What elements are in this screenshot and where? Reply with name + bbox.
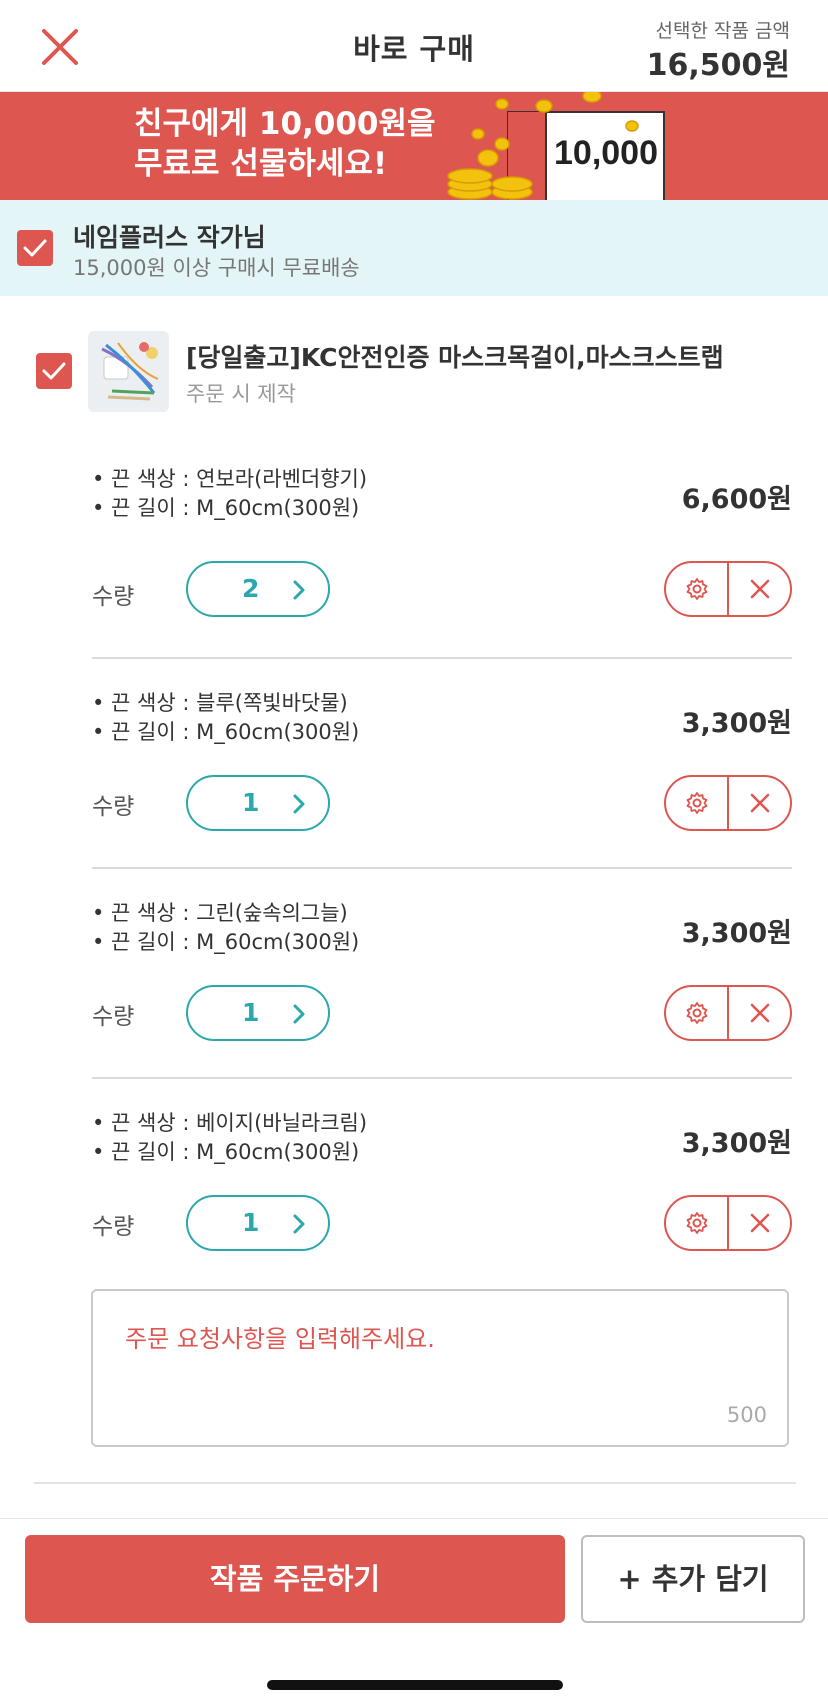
add-to-cart-button[interactable]: + 추가 담기	[581, 1535, 805, 1623]
chevron-right-icon	[293, 580, 305, 600]
close-icon	[750, 793, 770, 813]
option-item: • 끈 색상 : 베이지(바닐라크림) • 끈 길이 : M_60cm(300원…	[0, 1109, 828, 1319]
quantity-label: 수량	[92, 1214, 135, 1240]
option-length: • 끈 길이 : M_60cm(300원)	[92, 1140, 360, 1164]
option-color: • 끈 색상 : 그린(숲속의그늘)	[92, 901, 348, 925]
gift-card-value: 10,000	[554, 134, 658, 172]
mask-strap-image	[101, 342, 159, 401]
option-settings-button[interactable]	[666, 987, 729, 1039]
chevron-right-icon	[293, 1214, 305, 1234]
home-indicator	[267, 1680, 563, 1690]
product-subtitle: 주문 시 제작	[186, 382, 296, 406]
order-button[interactable]: 작품 주문하기	[25, 1535, 565, 1623]
quantity-value: 2	[242, 574, 260, 603]
divider	[92, 657, 792, 659]
option-details: • 끈 색상 : 블루(쪽빛바닷물) • 끈 길이 : M_60cm(300원)	[92, 689, 359, 747]
gear-icon	[686, 1002, 708, 1024]
quantity-stepper[interactable]: 1	[186, 985, 330, 1041]
banner-text: 친구에게 10,000원을 무료로 선물하세요!	[134, 104, 436, 184]
quantity-stepper[interactable]: 1	[186, 775, 330, 831]
option-length: • 끈 길이 : M_60cm(300원)	[92, 496, 360, 520]
order-request-placeholder: 주문 요청사항을 입력해주세요.	[125, 1325, 435, 1353]
gear-icon	[686, 792, 708, 814]
option-item: • 끈 색상 : 연보라(라벤더향기) • 끈 길이 : M_60cm(300원…	[0, 465, 828, 675]
gift-card-illustration: 10,000	[447, 92, 665, 200]
character-limit: 500	[726, 1403, 767, 1427]
quantity-value: 1	[242, 1208, 260, 1237]
quantity-stepper[interactable]: 2	[186, 561, 330, 617]
close-icon	[750, 1003, 770, 1023]
option-actions	[664, 985, 792, 1041]
product-checkbox[interactable]	[36, 353, 72, 389]
option-delete-button[interactable]	[729, 777, 790, 829]
divider	[92, 867, 792, 869]
option-length: • 끈 길이 : M_60cm(300원)	[92, 930, 360, 954]
header: 바로 구매 선택한 작품 금액 16,500원	[0, 0, 828, 92]
option-actions	[664, 775, 792, 831]
option-actions	[664, 1195, 792, 1251]
seller-row: 네임플러스 작가님 15,000원 이상 구매시 무료배송	[0, 200, 828, 296]
option-actions	[664, 561, 792, 617]
option-price: 3,300원	[681, 918, 792, 949]
quantity-label: 수량	[92, 584, 135, 610]
quantity-label: 수량	[92, 1004, 135, 1030]
selected-price-caption: 선택한 작품 금액	[655, 20, 790, 42]
option-details: • 끈 색상 : 연보라(라벤더향기) • 끈 길이 : M_60cm(300원…	[92, 465, 367, 523]
seller-checkbox[interactable]	[17, 230, 53, 266]
option-length: • 끈 길이 : M_60cm(300원)	[92, 720, 360, 744]
option-settings-button[interactable]	[666, 1197, 729, 1249]
checkmark-icon	[23, 239, 47, 257]
divider	[92, 1077, 792, 1079]
shipping-info: 15,000원 이상 구매시 무료배송	[73, 256, 360, 280]
divider	[0, 1518, 828, 1519]
order-request-field[interactable]: 주문 요청사항을 입력해주세요. 500	[91, 1289, 789, 1447]
chevron-right-icon	[293, 794, 305, 814]
option-delete-button[interactable]	[729, 563, 790, 615]
option-settings-button[interactable]	[666, 563, 729, 615]
quantity-stepper[interactable]: 1	[186, 1195, 330, 1251]
banner-line-1: 친구에게 10,000원을	[134, 106, 436, 142]
option-details: • 끈 색상 : 베이지(바닐라크림) • 끈 길이 : M_60cm(300원…	[92, 1109, 367, 1167]
seller-name: 네임플러스 작가님	[73, 223, 266, 252]
option-color: • 끈 색상 : 베이지(바닐라크림)	[92, 1111, 368, 1135]
option-price: 3,300원	[681, 708, 792, 739]
selected-price-total: 16,500원	[646, 48, 790, 83]
gear-icon	[686, 1212, 708, 1234]
option-color: • 끈 색상 : 연보라(라벤더향기)	[92, 467, 368, 491]
chevron-right-icon	[293, 1004, 305, 1024]
option-settings-button[interactable]	[666, 777, 729, 829]
option-delete-button[interactable]	[729, 987, 790, 1039]
quantity-value: 1	[242, 998, 260, 1027]
option-color: • 끈 색상 : 블루(쪽빛바닷물)	[92, 691, 348, 715]
product-thumbnail[interactable]	[88, 331, 169, 412]
option-delete-button[interactable]	[729, 1197, 790, 1249]
banner-line-2: 무료로 선물하세요!	[134, 146, 388, 182]
divider	[34, 1482, 796, 1484]
gear-icon	[686, 578, 708, 600]
checkmark-icon	[42, 362, 66, 380]
product-title[interactable]: [당일출고]KC안전인증 마스크목걸이,마스크스트랩	[186, 338, 724, 374]
close-icon	[750, 579, 770, 599]
gift-promo-banner[interactable]: 친구에게 10,000원을 무료로 선물하세요! 10,000	[0, 92, 828, 200]
option-price: 3,300원	[681, 1128, 792, 1159]
quantity-value: 1	[242, 788, 260, 817]
close-icon	[750, 1213, 770, 1233]
quantity-label: 수량	[92, 794, 135, 820]
option-details: • 끈 색상 : 그린(숲속의그늘) • 끈 길이 : M_60cm(300원)	[92, 899, 359, 957]
option-price: 6,600원	[681, 484, 792, 515]
